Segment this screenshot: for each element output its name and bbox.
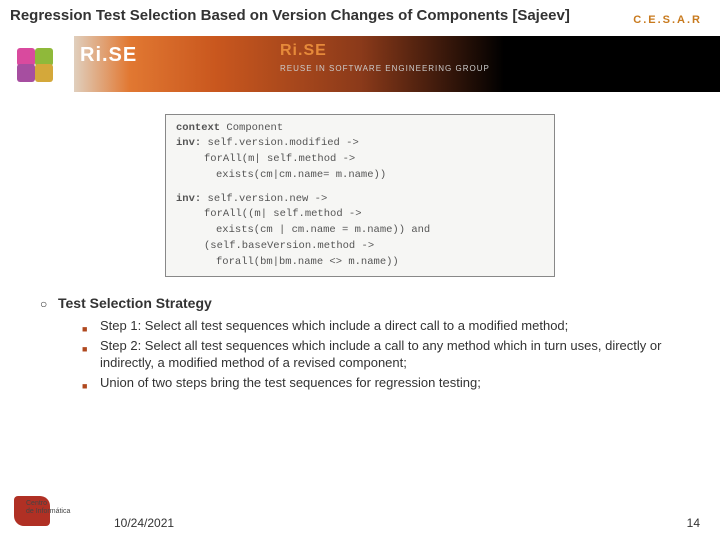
puzzle-piece-icon [17,64,35,82]
code-line: exists(cm | cm.name = m.name)) and [176,223,544,239]
puzzle-logo [0,36,74,92]
rise-logo-left: Ri.SE [80,44,137,67]
code-line: exists(cm|cm.name= m.name)) [176,168,544,184]
code-keyword: inv: [176,137,201,149]
footer-logo-line: de Informática [26,508,70,516]
cesar-logo: C.E.S.A.R [633,14,702,26]
steps-list: ■ Step 1: Select all test sequences whic… [40,317,690,391]
footer: Centro de Informática 10/24/2021 14 [0,496,720,530]
step-text: Step 1: Select all test sequences which … [100,317,568,335]
banner-subtitle: REUSE IN SOFTWARE ENGINEERING GROUP [280,64,490,73]
puzzle-piece-icon [35,64,53,82]
puzzle-piece-icon [35,48,53,66]
page-number: 14 [687,516,700,530]
section-heading: Test Selection Strategy [58,295,212,311]
content-area: ○ Test Selection Strategy ■ Step 1: Sele… [0,277,720,391]
bullet-circle-icon: ○ [40,297,58,311]
code-keyword: inv: [176,193,201,205]
code-line: forAll((m| self.method -> [176,207,544,223]
puzzle-piece-icon [17,48,35,66]
code-block: context Component inv: self.version.modi… [165,114,555,278]
bullet-square-icon: ■ [82,323,100,335]
code-line: (self.baseVersion.method -> [176,239,544,255]
code-text: self.version.new -> [201,193,327,205]
list-item: ■ Step 1: Select all test sequences whic… [82,317,680,335]
footer-date: 10/24/2021 [114,516,174,530]
bullet-square-icon: ■ [82,343,100,355]
code-text: Component [220,122,283,134]
footer-logo: Centro de Informática [14,496,74,530]
slide-title: Regression Test Selection Based on Versi… [0,0,720,30]
bullet-square-icon: ■ [82,380,100,392]
rise-logo-right: Ri.SE [280,42,327,60]
banner: Ri.SE Ri.SE REUSE IN SOFTWARE ENGINEERIN… [0,36,720,92]
step-text: Step 2: Select all test sequences which … [100,337,680,372]
footer-logo-line: Centro [26,500,70,508]
code-text: self.version.modified -> [201,137,359,149]
footer-logo-text: Centro de Informática [26,500,70,515]
code-line: forAll(m| self.method -> [176,152,544,168]
code-keyword: context [176,122,220,134]
list-item: ■ Union of two steps bring the test sequ… [82,374,680,392]
section-heading-row: ○ Test Selection Strategy [40,295,690,311]
list-item: ■ Step 2: Select all test sequences whic… [82,337,680,372]
step-text: Union of two steps bring the test sequen… [100,374,481,392]
code-line: forall(bm|bm.name <> m.name)) [176,255,544,271]
